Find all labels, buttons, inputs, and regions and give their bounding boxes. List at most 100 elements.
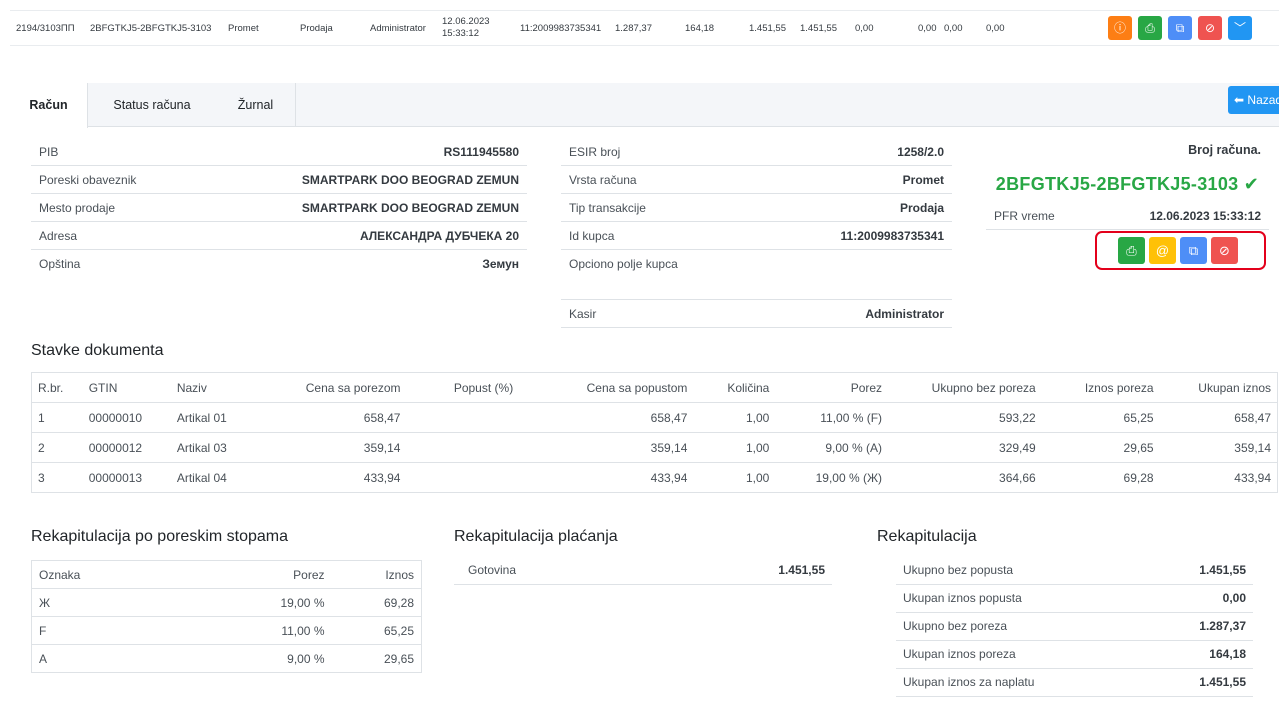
table-row: Ukupno bez popusta 1.451,55 (896, 556, 1253, 585)
row-value-8: 0,00 (986, 23, 1005, 34)
row-value-6: 0,00 (918, 23, 937, 34)
chevron-down-icon: ﹀ (1233, 21, 1246, 35)
tax-recap-title: Rekapitulacija po poreskim stopama (31, 528, 289, 545)
expand-button[interactable]: ﹀ (1228, 16, 1252, 40)
receipt-row: Id kupca 11:2009983735341 (561, 222, 952, 250)
table-row: Ukupan iznos popusta 0,00 (896, 584, 1253, 613)
email-receipt-button[interactable]: @ (1149, 237, 1176, 264)
tab-racun[interactable]: Račun (10, 83, 88, 128)
value: Земун (482, 257, 519, 271)
receipt-number: 2BFGTKJ5-2BFGTKJ5-3103 ✔ (986, 166, 1269, 202)
value: SMARTPARK DOO BEOGRAD ZEMUN (301, 173, 519, 187)
cell: 658,47 (242, 402, 407, 433)
cell: 11,00 % (F) (775, 402, 889, 433)
label: Mesto prodaje (39, 201, 116, 215)
value: Promet (902, 173, 944, 187)
tab-bar: Račun Status računa Žurnal (10, 83, 1279, 128)
print-receipt-button[interactable]: ⎙ (1118, 237, 1145, 264)
cell: 9,00 % (A) (775, 432, 889, 463)
ban-icon: ⊘ (1219, 243, 1230, 258)
col-gtin: GTIN (82, 372, 171, 403)
row-value-4: 1.451,55 (800, 23, 837, 34)
cell: 65,25 (331, 616, 422, 645)
cell: 433,94 (1159, 462, 1278, 493)
cancel-receipt-button[interactable]: ⊘ (1211, 237, 1238, 264)
cell: 2 (31, 432, 83, 463)
receipt-number-header: Broj računa. (1188, 143, 1261, 157)
receipt-row: Kasir Administrator (561, 300, 952, 328)
tab-status-racuna[interactable]: Status računa (88, 83, 216, 127)
row-value-3: 1.451,55 (749, 23, 786, 34)
cancel-button[interactable]: ⊘ (1198, 16, 1222, 40)
col-porez: Porez (775, 372, 889, 403)
label: Vrsta računa (569, 173, 637, 187)
row-transaction: Prodaja (300, 23, 333, 34)
cell: Artikal 01 (170, 402, 243, 433)
items-table: R.br. GTIN Naziv Cena sa porezom Popust … (31, 372, 1278, 493)
label: Ukupan iznos za naplatu (896, 668, 1148, 697)
value: SMARTPARK DOO BEOGRAD ZEMUN (301, 201, 519, 215)
back-button-label: Nazad (1247, 93, 1279, 107)
copy-receipt-button[interactable]: ⧉ (1180, 237, 1207, 264)
cell: 00000010 (82, 402, 171, 433)
cell: 69,28 (1041, 462, 1160, 493)
tab-zurnal[interactable]: Žurnal (216, 83, 296, 127)
cell: 11,00 % (178, 616, 332, 645)
row-value-2: 164,18 (685, 23, 715, 34)
tax-recap-table: Oznaka Porez Iznos Ж 19,00 % 69,28 F 11,… (31, 560, 422, 673)
ban-icon: ⊘ (1204, 21, 1216, 35)
col-oznaka: Oznaka (31, 560, 179, 589)
copy-button[interactable]: ⧉ (1168, 16, 1192, 40)
table-row: Gotovina 1.451,55 (454, 556, 832, 585)
payment-recap-table: Gotovina 1.451,55 (454, 556, 832, 585)
label: Opština (39, 257, 81, 271)
receipt-row: Tip transakcije Prodaja (561, 194, 952, 222)
company-info: PIB RS111945580 Poreski obaveznik SMARTPAR… (31, 138, 527, 278)
info-button[interactable]: ⓘ (1108, 16, 1132, 40)
row-receipt: 2BFGTKJ5-2BFGTKJ5-3103 (90, 23, 212, 34)
cell: 29,65 (383, 651, 414, 666)
label: Opciono polje kupca (569, 257, 678, 271)
cell: 593,22 (888, 402, 1042, 433)
label: Ukupno bez poreza (896, 612, 1148, 641)
company-row: Mesto prodaje SMARTPARK DOO BEOGRAD ZEMUN (31, 194, 527, 222)
cell: 329,49 (888, 432, 1042, 463)
cell: 359,14 (242, 432, 407, 463)
recap-table: Ukupno bez popusta 1.451,55 Ukupan iznos … (896, 556, 1253, 697)
company-row: PIB RS111945580 (31, 138, 527, 166)
label: Adresa (39, 229, 78, 243)
cell: 359,14 (1159, 432, 1278, 463)
row-time: 15:33:12 (442, 28, 479, 39)
company-row: Poreski obaveznik SMARTPARK DOO BEOGRAD Z… (31, 166, 527, 194)
col-cena-sa-porezom: Cena sa porezom (242, 372, 407, 403)
row-buyer-id: 11:2009983735341 (520, 23, 602, 34)
receipt-list-row[interactable]: 2194/3103ПП 2BFGTKJ5-2BFGTKJ5-3103 Prome… (10, 10, 1279, 46)
table-row: A 9,00 % 29,65 (32, 645, 422, 673)
cell: F (31, 616, 179, 645)
value: 1.451,55 (1147, 668, 1253, 697)
receipt-number-text: 2BFGTKJ5-2BFGTKJ5-3103 (995, 174, 1239, 194)
col-cena-sa-popustom: Cena sa popustom (519, 372, 694, 403)
printer-icon: ⎙ (1126, 243, 1137, 258)
row-cashier: Administrator (370, 23, 426, 34)
items-title: Stavke dokumenta (31, 342, 164, 359)
row-value-5: 0,00 (855, 23, 874, 34)
row-type: Promet (228, 23, 259, 34)
cell: 29,65 (1041, 432, 1160, 463)
cell: 433,94 (242, 462, 407, 493)
pfr-value: 12.06.2023 15:33:12 (1149, 209, 1261, 223)
print-button[interactable]: ⎙ (1138, 16, 1162, 40)
cell: 1 (31, 402, 83, 433)
label: ESIR broj (569, 145, 621, 159)
tax-header-row: Oznaka Porez Iznos (31, 560, 422, 589)
receipt-number-panel: Broj računa. 2BFGTKJ5-2BFGTKJ5-3103 ✔ PF… (986, 134, 1269, 230)
col-popust: Popust (%) (406, 372, 520, 403)
back-button[interactable]: ⬅ Nazad (1228, 86, 1279, 114)
label: Kasir (569, 307, 597, 321)
table-row: 1 00000010 Artikal 01 658,47 658,47 1,00… (31, 402, 1278, 433)
cell: Artikal 04 (170, 462, 243, 493)
printer-icon: ⎙ (1145, 21, 1155, 35)
cell: 69,28 (331, 588, 422, 617)
label: Tip transakcije (569, 201, 646, 215)
cell: Artikal 03 (170, 432, 243, 463)
